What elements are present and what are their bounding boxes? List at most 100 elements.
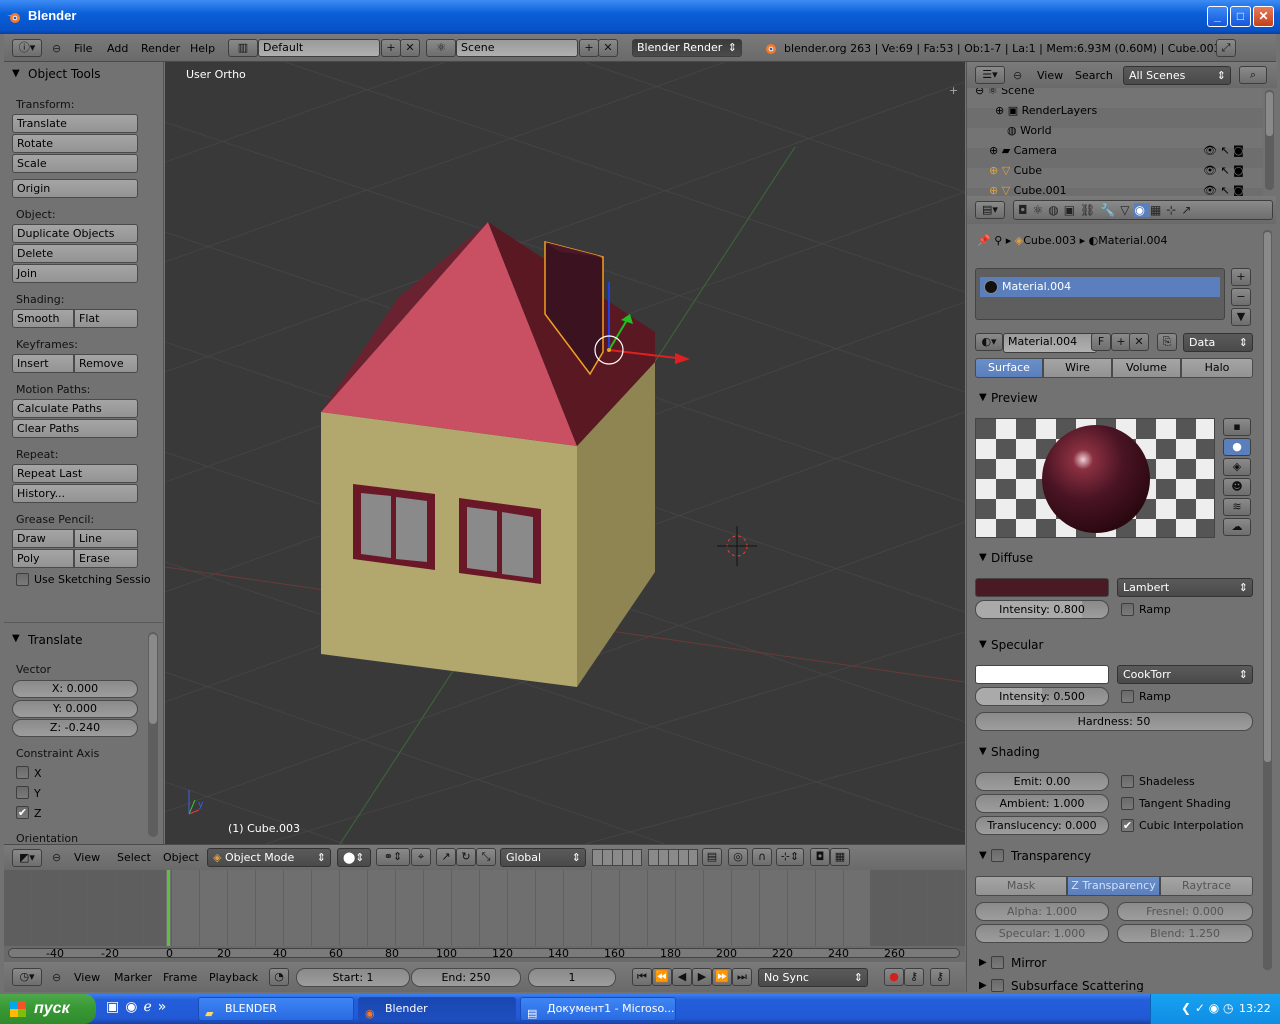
remove-scene-icon[interactable]: ✕ — [598, 39, 618, 57]
menu-view[interactable]: View — [74, 851, 100, 864]
properties-scrollbar[interactable] — [1263, 230, 1272, 970]
timeline-scrollbar[interactable] — [8, 948, 960, 958]
translate-manipulator-icon[interactable]: ↗ — [436, 848, 456, 866]
specular-shader-dropdown[interactable]: CookTorr ⇕ — [1117, 665, 1253, 684]
panel-collapse-icon[interactable]: ▼ — [979, 746, 987, 757]
calculate-paths-button[interactable]: Calculate Paths — [12, 399, 138, 418]
panel-collapse-icon[interactable]: ▼ — [979, 552, 987, 563]
mirror-checkbox[interactable] — [991, 956, 1004, 969]
link-data-dropdown[interactable]: Data ⇕ — [1183, 333, 1253, 352]
scale-button[interactable]: Scale — [12, 154, 138, 173]
constraint-z-checkbox[interactable]: ✔ — [16, 806, 29, 819]
translate-button[interactable]: Translate — [12, 114, 138, 133]
properties-toggle-icon[interactable]: + — [949, 84, 958, 97]
snap-magnet-icon[interactable]: ∩ — [752, 848, 772, 866]
menu-search[interactable]: Search — [1075, 69, 1113, 82]
opengl-animation-icon[interactable]: ▦ — [830, 848, 850, 866]
menu-select[interactable]: Select — [117, 851, 151, 864]
task-blender-app[interactable]: ◉ Blender — [358, 997, 516, 1021]
scrollbar-thumb[interactable] — [1266, 92, 1273, 136]
emit-slider[interactable]: Emit: 0.00 — [975, 772, 1109, 791]
scrollbar[interactable] — [148, 632, 158, 837]
sketching-checkbox[interactable] — [16, 573, 29, 586]
panel-expand-icon[interactable]: ▶ — [979, 957, 987, 968]
screen-layout-icon[interactable]: ▥ — [228, 39, 258, 57]
material-tab-icon[interactable]: ◉ — [1134, 203, 1150, 217]
delete-button[interactable]: Delete — [12, 244, 138, 263]
editor-type-timeline-icon[interactable]: ◷▾ — [12, 968, 42, 986]
preview-cube-icon[interactable]: ◈ — [1223, 458, 1251, 476]
editor-type-info-icon[interactable]: ⓘ▾ — [12, 39, 42, 57]
fake-user-button[interactable]: F — [1091, 333, 1111, 351]
play-icon[interactable]: ▶ — [692, 968, 712, 986]
preview-sphere-icon[interactable]: ● — [1223, 438, 1251, 456]
snap-element-icon[interactable]: ⊹⇕ — [776, 848, 804, 866]
repeat-last-button[interactable]: Repeat Last — [12, 464, 138, 483]
translucency-slider[interactable]: Translucency: 0.000 — [975, 816, 1109, 835]
object-mode-dropdown[interactable]: ◈ Object Mode ⇕ — [207, 848, 331, 867]
menu-render[interactable]: Render — [141, 42, 180, 55]
trans-tab-raytrace[interactable]: Raytrace — [1160, 876, 1253, 896]
layers-grid-2[interactable] — [648, 849, 698, 866]
manipulator-toggle-icon[interactable]: ⌖ — [411, 848, 431, 866]
search-icon[interactable]: ⌕ — [1239, 66, 1267, 84]
current-frame-field[interactable]: 1 — [528, 968, 616, 987]
sync-mode-dropdown[interactable]: No Sync ⇕ — [758, 968, 868, 987]
panel-collapse-icon[interactable]: ▼ — [979, 392, 987, 403]
3d-viewport[interactable]: y User Ortho (1) Cube.003 + — [165, 62, 965, 844]
rotate-button[interactable]: Rotate — [12, 134, 138, 153]
prev-keyframe-icon[interactable]: ⏪ — [652, 968, 672, 986]
remove-screen-icon[interactable]: ✕ — [400, 39, 420, 57]
transform-orientation-dropdown[interactable]: Global ⇕ — [500, 848, 586, 867]
panel-collapse-icon[interactable]: ▼ — [979, 639, 987, 650]
new-material-icon[interactable]: + — [1111, 333, 1131, 351]
properties-context-tabs[interactable]: ◘⚛◍▣⛓🔧▽◉▦⊹↗ — [1013, 200, 1273, 220]
visibility-eye-icon[interactable]: 👁 ↖ ◙ — [1203, 144, 1244, 157]
diffuse-intensity-slider[interactable]: Intensity: 0.800 — [975, 600, 1109, 619]
duplicate-objects-button[interactable]: Duplicate Objects — [12, 224, 138, 243]
tab-halo[interactable]: Halo — [1181, 358, 1253, 378]
tangent-shading-checkbox[interactable] — [1121, 797, 1134, 810]
tab-volume[interactable]: Volume — [1112, 358, 1181, 378]
specular-transparency-slider[interactable]: Specular: 1.000 — [975, 924, 1109, 943]
draw-button[interactable]: Draw — [12, 529, 74, 548]
shadeless-checkbox[interactable] — [1121, 775, 1134, 788]
keying-set-icon[interactable]: ⚷ — [904, 968, 924, 986]
menu-help[interactable]: Help — [190, 42, 215, 55]
vector-z-field[interactable]: Z: -0.240 — [12, 719, 138, 737]
panel-collapse-icon[interactable]: ▼ — [12, 633, 20, 644]
outliner-row-cube[interactable]: ⊕ ▽ Cube — [989, 164, 1042, 177]
outliner-filter-dropdown[interactable]: All Scenes ⇕ — [1123, 66, 1231, 85]
join-button[interactable]: Join — [12, 264, 138, 283]
insert-keyframe-button[interactable]: Insert — [12, 354, 74, 373]
preview-sky-icon[interactable]: ☁ — [1223, 518, 1251, 536]
add-scene-icon[interactable]: + — [579, 39, 599, 57]
vector-y-field[interactable]: Y: 0.000 — [12, 700, 138, 718]
remove-keyframe-button[interactable]: Remove — [74, 354, 138, 373]
end-frame-field[interactable]: End: 250 — [411, 968, 521, 987]
outliner-row-renderlayers[interactable]: ⊕ ▣ RenderLayers — [995, 104, 1097, 117]
trans-tab-mask[interactable]: Mask — [975, 876, 1067, 896]
visibility-eye-icon[interactable]: 👁 ↖ ◙ — [1203, 164, 1244, 177]
specular-ramp-checkbox[interactable] — [1121, 690, 1134, 703]
outliner-row-cube001[interactable]: ⊕ ▽ Cube.001 — [989, 184, 1067, 196]
scene-field[interactable]: Scene — [456, 39, 578, 57]
window-left[interactable] — [353, 484, 435, 570]
play-reverse-icon[interactable]: ◀ — [672, 968, 692, 986]
panel-collapse-icon[interactable]: ▼ — [979, 850, 987, 861]
diffuse-color-swatch[interactable] — [975, 578, 1109, 597]
tab-wire[interactable]: Wire — [1043, 358, 1112, 378]
outliner-scrollbar[interactable] — [1265, 90, 1274, 190]
material-slot-row[interactable]: Material.004 — [980, 277, 1220, 297]
ambient-slider[interactable]: Ambient: 1.000 — [975, 794, 1109, 813]
editor-type-properties-icon[interactable]: ▤▾ — [975, 201, 1005, 219]
jump-end-icon[interactable]: ⏭ — [732, 968, 752, 986]
alpha-slider[interactable]: Alpha: 1.000 — [975, 902, 1109, 921]
history-button[interactable]: History... — [12, 484, 138, 503]
scale-manipulator-icon[interactable]: ⤡ — [476, 848, 496, 866]
collapse-menu-icon[interactable]: ⊖ — [52, 971, 61, 984]
trans-tab-z-transparency[interactable]: Z Transparency — [1067, 876, 1160, 896]
material-name-field[interactable]: Material.004 — [1003, 333, 1097, 353]
panel-expand-icon[interactable]: ▶ — [979, 980, 987, 991]
breadcrumb-object[interactable]: Cube.003 — [1023, 234, 1076, 247]
